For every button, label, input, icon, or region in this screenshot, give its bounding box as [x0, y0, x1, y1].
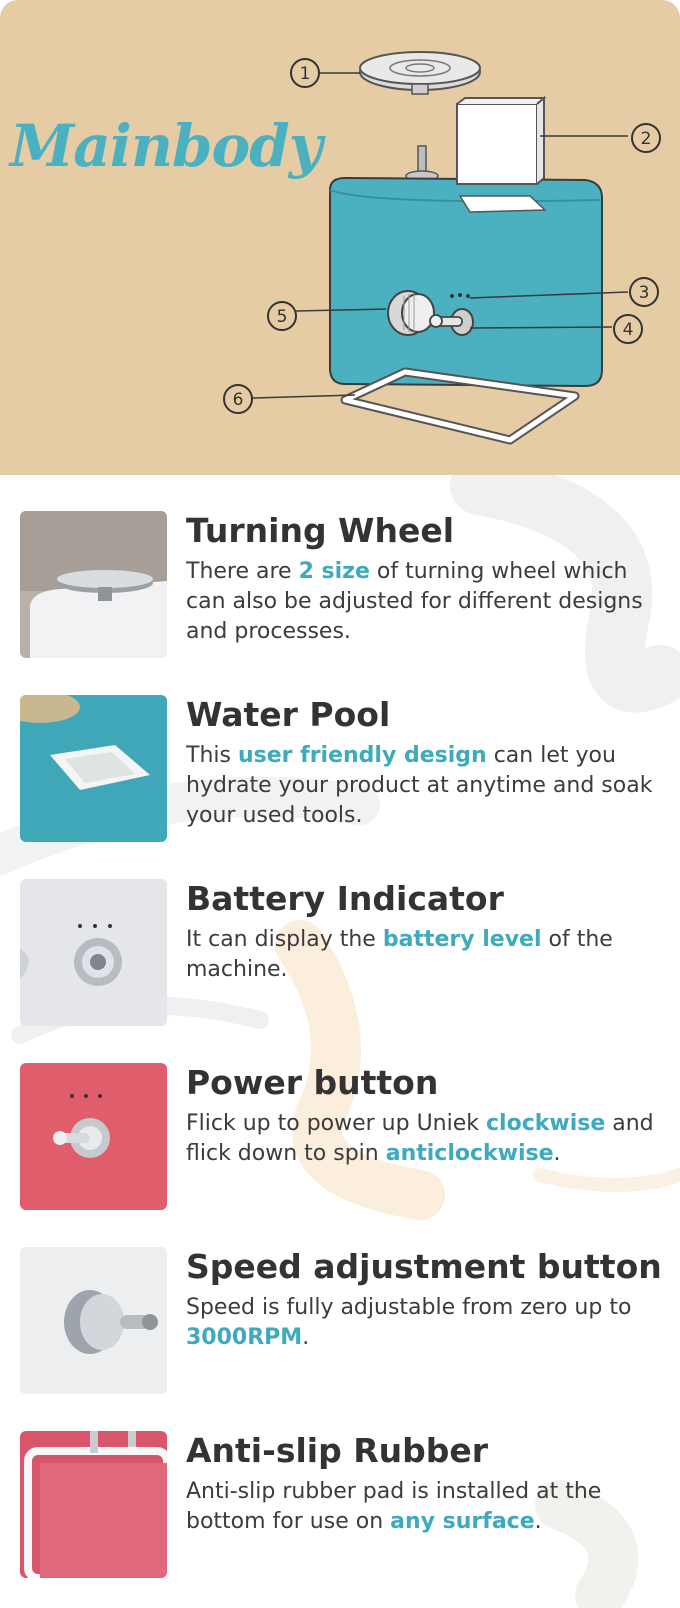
- speed-knob-photo-icon: [20, 1247, 167, 1394]
- feature-speed-adjustment: Speed adjustment button Speed is fully a…: [20, 1211, 680, 1394]
- machine-diagram: 1 2 3 4 5 6: [223, 51, 661, 445]
- callout-2: 2: [631, 123, 661, 153]
- feature-anti-slip-rubber: Anti-slip Rubber Anti-slip rubber pad is…: [20, 1395, 680, 1578]
- callout-3: 3: [629, 277, 659, 307]
- feature-description: Anti-slip rubber pad is installed at the…: [186, 1479, 602, 1534]
- callout-6: 6: [223, 384, 253, 414]
- feature-turning-wheel: Turning Wheel There are 2 size of turnin…: [20, 475, 680, 658]
- callout-5: 5: [267, 301, 297, 331]
- feature-title: Battery Indicator: [186, 879, 504, 918]
- feature-description: Flick up to power up Uniek clockwise and…: [186, 1111, 654, 1166]
- callout-1: 1: [290, 58, 320, 88]
- hero-title: Mainbody: [10, 112, 322, 180]
- feature-description: Speed is fully adjustable from zero up t…: [186, 1295, 632, 1350]
- svg-text:5: 5: [277, 307, 288, 327]
- feature-power-button: Power button Flick up to power up Uniek …: [20, 1027, 680, 1210]
- feature-title: Turning Wheel: [186, 511, 455, 550]
- svg-text:4: 4: [623, 320, 634, 340]
- feature-title: Speed adjustment button: [186, 1247, 662, 1286]
- water-pool-photo-icon: [20, 695, 167, 842]
- feature-battery-indicator: Battery Indicator It can display the bat…: [20, 843, 680, 1026]
- feature-water-pool: Water Pool This user friendly design can…: [20, 659, 680, 842]
- svg-text:2: 2: [641, 129, 652, 149]
- turning-wheel-illustration: [359, 51, 481, 95]
- feature-description: This user friendly design can let you hy…: [186, 743, 653, 828]
- speed-knob-illustration: [387, 290, 435, 336]
- feature-title: Power button: [186, 1063, 439, 1102]
- anti-slip-rubber-photo-icon: [20, 1431, 167, 1578]
- power-button-photo-icon: [20, 1063, 167, 1210]
- callout-4: 4: [613, 314, 643, 344]
- machine-body-illustration: [329, 176, 603, 388]
- battery-indicator-photo-icon: [20, 879, 167, 1026]
- feature-description: There are 2 size of turning wheel which …: [186, 559, 643, 644]
- svg-text:3: 3: [639, 283, 650, 303]
- feature-description: It can display the battery level of the …: [186, 927, 613, 982]
- svg-text:6: 6: [233, 390, 244, 410]
- feature-title: Water Pool: [186, 695, 391, 734]
- svg-text:1: 1: [300, 64, 311, 84]
- feature-title: Anti-slip Rubber: [186, 1431, 488, 1470]
- turning-wheel-photo-icon: [20, 511, 167, 658]
- hero-banner: 1 2 3 4 5 6 Mainbody: [0, 0, 680, 475]
